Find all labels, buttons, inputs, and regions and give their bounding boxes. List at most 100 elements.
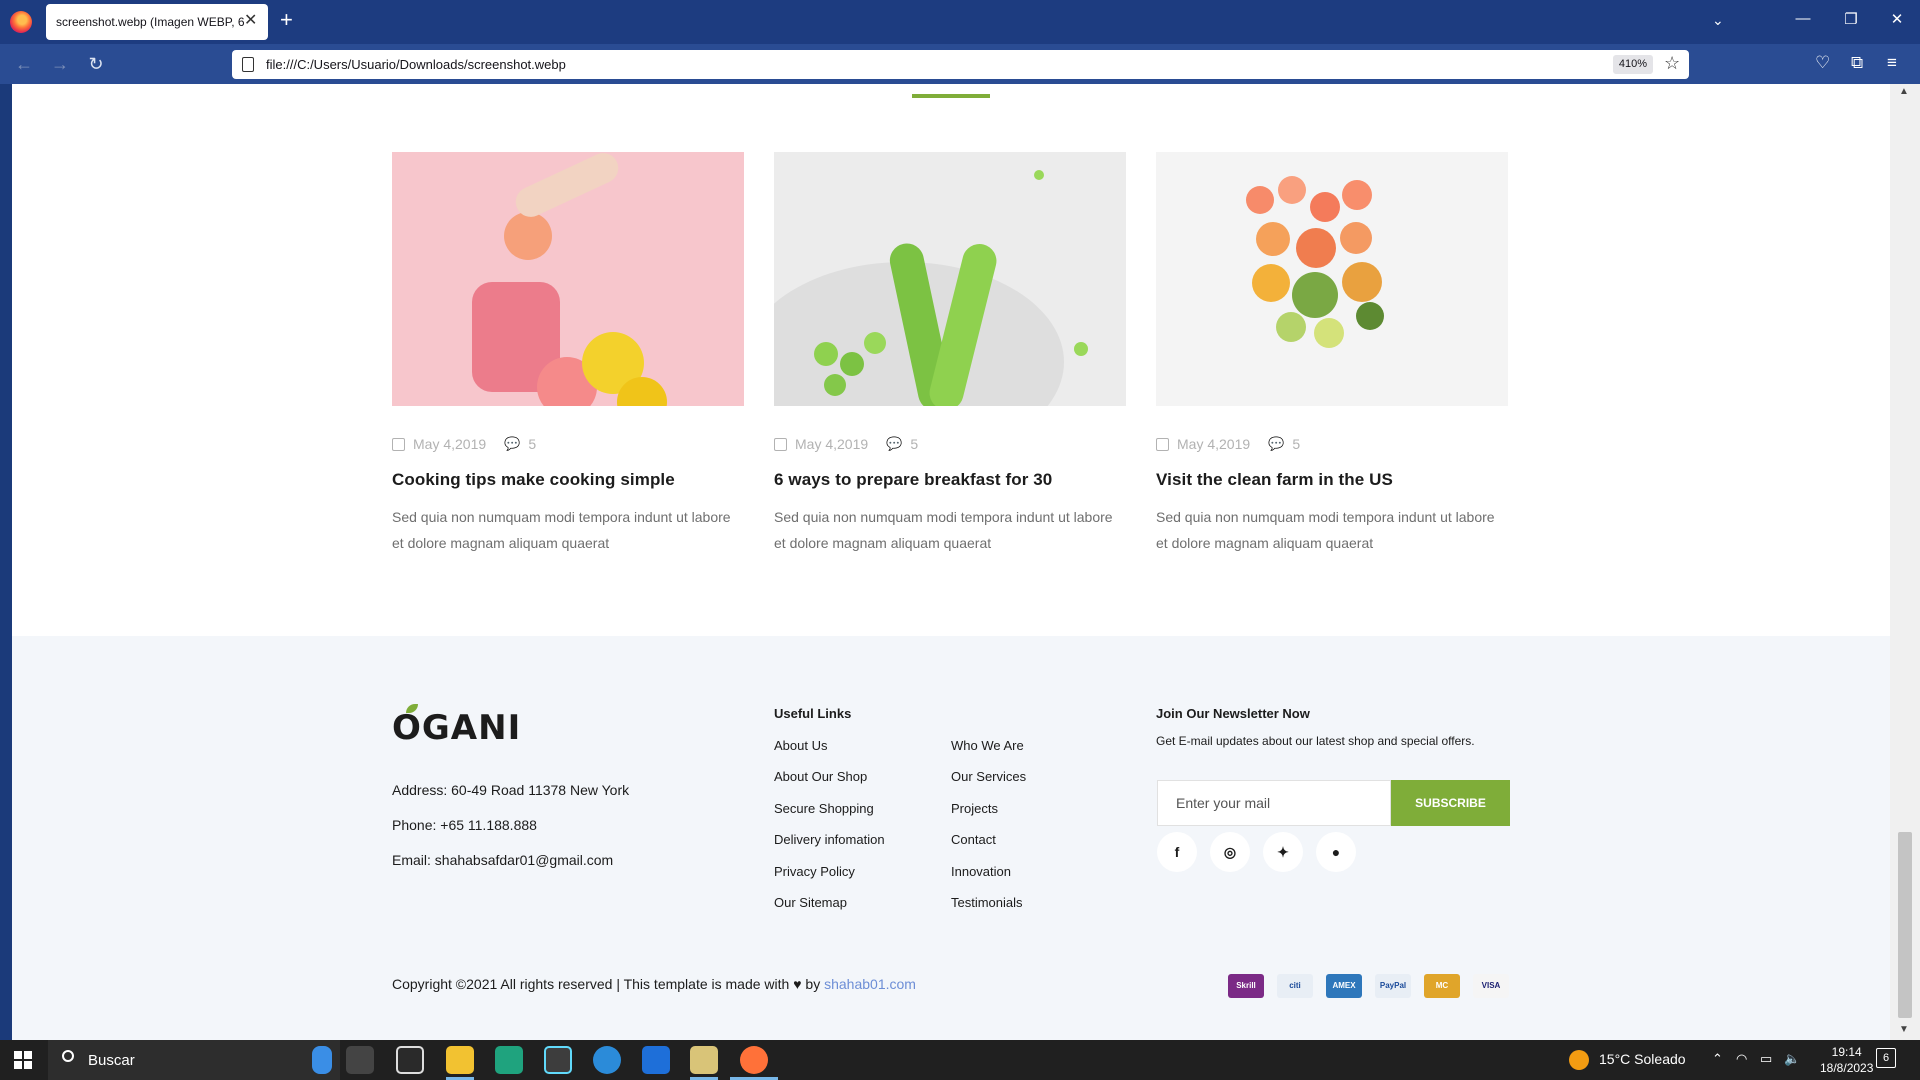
scrollbar[interactable]: ▲ ▼ <box>1890 84 1920 1040</box>
clock[interactable]: 19:14 18/8/2023 <box>1820 1044 1873 1076</box>
network-icon[interactable]: ◠ <box>1736 1051 1747 1067</box>
tray-chevron-icon[interactable]: ⌃ <box>1712 1051 1723 1067</box>
section-title-underline <box>912 94 990 98</box>
minimize-icon[interactable]: — <box>1793 10 1813 27</box>
comment-count: 5 <box>528 436 537 452</box>
facebook-icon[interactable]: f <box>1157 832 1197 872</box>
copyright-link[interactable]: shahab01.com <box>824 976 916 992</box>
useful-links-heading: Useful Links <box>774 706 852 721</box>
battery-icon[interactable]: ▭ <box>1760 1051 1772 1067</box>
pocket-icon[interactable]: ♡ <box>1815 53 1830 73</box>
comment-icon: 💬 <box>886 436 903 451</box>
sun-weather-icon <box>1569 1050 1589 1070</box>
footer-link[interactable]: Privacy Policy <box>774 864 855 879</box>
security-shield-icon[interactable] <box>396 1046 424 1074</box>
footer-link[interactable]: About Us <box>774 738 827 753</box>
firefox-icon[interactable] <box>10 11 32 33</box>
scroll-up-icon[interactable]: ▲ <box>1899 86 1909 97</box>
footer-link[interactable]: Our Services <box>951 769 1026 784</box>
blog-title[interactable]: 6 ways to prepare breakfast for 30 <box>774 470 1126 490</box>
amex-payment-icon: AMEX <box>1326 974 1362 998</box>
footer: OGANI Address: 60-49 Road 11378 New York… <box>12 636 1890 1040</box>
tab-list-chevron-icon[interactable]: ⌄ <box>1712 12 1724 29</box>
search-icon <box>62 1050 74 1062</box>
skrill-payment-icon: Skrill <box>1228 974 1264 998</box>
weather-text[interactable]: 15°C Soleado <box>1599 1051 1686 1067</box>
footer-email: Email: shahabsafdar01@gmail.com <box>392 852 614 868</box>
footer-address: Address: 60-49 Road 11378 New York <box>392 782 630 798</box>
blog-title[interactable]: Cooking tips make cooking simple <box>392 470 744 490</box>
pinterest-icon[interactable]: ● <box>1316 832 1356 872</box>
blog-date: May 4,2019 <box>413 436 487 452</box>
comment-icon: 💬 <box>1268 436 1285 451</box>
footer-phone: Phone: +65 11.188.888 <box>392 817 537 833</box>
comment-icon: 💬 <box>504 436 521 451</box>
reload-icon[interactable]: ↻ <box>84 52 108 76</box>
navigation-bar: ← → ↻ file:///C:/Users/Usuario/Downloads… <box>0 44 1920 84</box>
comment-count: 5 <box>1292 436 1301 452</box>
url-text[interactable]: file:///C:/Users/Usuario/Downloads/scree… <box>266 57 566 72</box>
heart-icon: ♥ <box>793 976 802 992</box>
twitter-icon[interactable]: ✦ <box>1263 832 1303 872</box>
page-icon <box>242 57 254 72</box>
task-view-icon[interactable] <box>346 1046 374 1074</box>
url-bar[interactable]: file:///C:/Users/Usuario/Downloads/scree… <box>232 50 1689 79</box>
footer-link[interactable]: Our Sitemap <box>774 895 847 910</box>
new-tab-icon[interactable]: + <box>280 9 293 31</box>
footer-link[interactable]: Secure Shopping <box>774 801 874 816</box>
edge-icon[interactable] <box>593 1046 621 1074</box>
extensions-icon[interactable]: ⧉ <box>1851 53 1863 73</box>
back-icon[interactable]: ← <box>12 52 36 76</box>
footer-link[interactable]: Testimonials <box>951 895 1023 910</box>
app-yellow-icon[interactable] <box>690 1046 718 1074</box>
visa-payment-icon: VISA <box>1473 974 1509 998</box>
blog-title[interactable]: Visit the clean farm in the US <box>1156 470 1508 490</box>
blog-meta: May 4,2019 💬 5 <box>774 436 1126 452</box>
footer-link[interactable]: About Our Shop <box>774 769 867 784</box>
blog-card[interactable]: May 4,2019 💬 5 6 ways to prepare breakfa… <box>774 152 1126 556</box>
volume-icon[interactable]: 🔈 <box>1784 1051 1800 1067</box>
footer-link[interactable]: Contact <box>951 832 996 847</box>
taskbar-search[interactable]: Buscar <box>48 1040 340 1080</box>
instagram-icon[interactable]: ◎ <box>1210 832 1250 872</box>
forward-icon[interactable]: → <box>48 52 72 76</box>
logo[interactable]: OGANI <box>392 708 521 748</box>
scroll-down-icon[interactable]: ▼ <box>1899 1024 1909 1035</box>
bookmark-star-icon[interactable]: ☆ <box>1664 53 1680 74</box>
blog-image-fruit-arrangement[interactable] <box>1156 152 1508 406</box>
file-explorer-icon[interactable] <box>446 1046 474 1074</box>
footer-link[interactable]: Innovation <box>951 864 1011 879</box>
mastercard-payment-icon: MC <box>1424 974 1460 998</box>
clock-date: 18/8/2023 <box>1820 1061 1874 1075</box>
notification-center-icon[interactable]: 6 <box>1876 1048 1896 1068</box>
firefox-taskbar-icon[interactable] <box>740 1046 768 1074</box>
menu-icon[interactable]: ≡ <box>1887 53 1897 73</box>
footer-link[interactable]: Who We Are <box>951 738 1024 753</box>
restore-icon[interactable]: ❐ <box>1841 10 1861 28</box>
calendar-icon <box>1156 437 1169 451</box>
app-green-icon[interactable] <box>495 1046 523 1074</box>
react-app-icon[interactable] <box>544 1046 572 1074</box>
blog-excerpt: Sed quia non numquam modi tempora indunt… <box>1156 509 1495 551</box>
taskbar: Buscar 15°C Soleado ⌃ ◠ ▭ 🔈 19:14 18/8/2… <box>0 1040 1920 1080</box>
blog-image-green-peas[interactable] <box>774 152 1126 406</box>
blog-meta: May 4,2019 💬 5 <box>392 436 744 452</box>
calendar-icon <box>392 437 405 451</box>
active-tab[interactable]: screenshot.webp (Imagen WEBP, 6 <box>46 4 268 40</box>
tab-bar: screenshot.webp (Imagen WEBP, 6 ✕ + ⌄ — … <box>0 0 1920 44</box>
newsletter-email-input[interactable]: Enter your mail <box>1157 780 1391 826</box>
app-blue-icon[interactable] <box>642 1046 670 1074</box>
subscribe-button[interactable]: SUBSCRIBE <box>1391 780 1510 826</box>
blog-card[interactable]: May 4,2019 💬 5 Visit the clean farm in t… <box>1156 152 1508 556</box>
scrollbar-thumb[interactable] <box>1898 832 1912 1018</box>
close-window-icon[interactable]: ✕ <box>1887 10 1907 28</box>
zoom-level[interactable]: 410% <box>1613 55 1653 74</box>
close-tab-icon[interactable]: ✕ <box>244 10 257 30</box>
windows-start-icon[interactable] <box>14 1051 32 1069</box>
footer-link[interactable]: Projects <box>951 801 998 816</box>
footer-link[interactable]: Delivery infomation <box>774 832 885 847</box>
blog-image-grapefruit-drink[interactable] <box>392 152 744 406</box>
blog-date: May 4,2019 <box>1177 436 1251 452</box>
blog-card[interactable]: May 4,2019 💬 5 Cooking tips make cooking… <box>392 152 744 556</box>
tab-title: screenshot.webp (Imagen WEBP, 6 <box>56 15 245 29</box>
